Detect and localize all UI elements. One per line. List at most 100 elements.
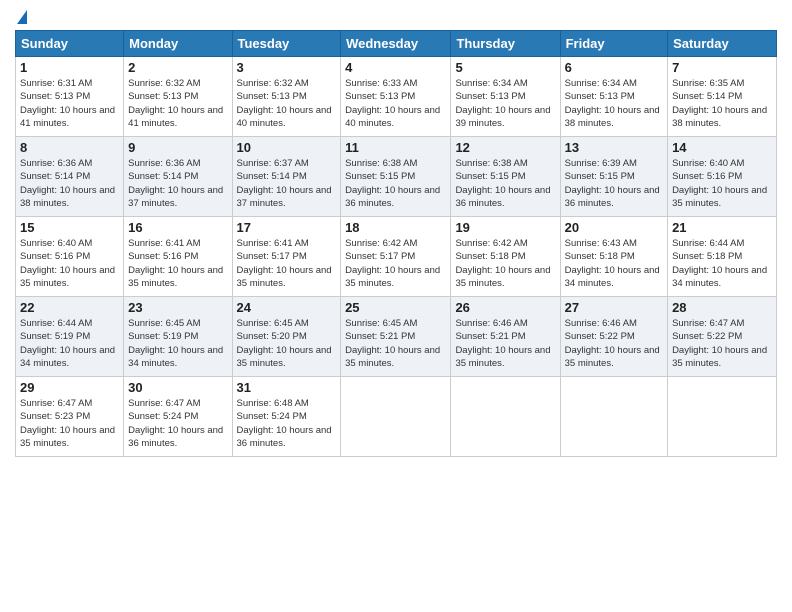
calendar-week-2: 8 Sunrise: 6:36 AMSunset: 5:14 PMDayligh…: [16, 137, 777, 217]
calendar-header-row: SundayMondayTuesdayWednesdayThursdayFrid…: [16, 31, 777, 57]
day-info: Sunrise: 6:33 AMSunset: 5:13 PMDaylight:…: [345, 78, 440, 129]
day-info: Sunrise: 6:42 AMSunset: 5:17 PMDaylight:…: [345, 238, 440, 289]
calendar-header-wednesday: Wednesday: [341, 31, 451, 57]
day-number: 11: [345, 140, 446, 155]
calendar-week-5: 29 Sunrise: 6:47 AMSunset: 5:23 PMDaylig…: [16, 377, 777, 457]
day-info: Sunrise: 6:46 AMSunset: 5:22 PMDaylight:…: [565, 318, 660, 369]
calendar-week-4: 22 Sunrise: 6:44 AMSunset: 5:19 PMDaylig…: [16, 297, 777, 377]
day-number: 13: [565, 140, 663, 155]
day-info: Sunrise: 6:44 AMSunset: 5:19 PMDaylight:…: [20, 318, 115, 369]
calendar-cell: 29 Sunrise: 6:47 AMSunset: 5:23 PMDaylig…: [16, 377, 124, 457]
day-number: 6: [565, 60, 663, 75]
day-number: 5: [455, 60, 555, 75]
day-number: 24: [237, 300, 337, 315]
day-info: Sunrise: 6:46 AMSunset: 5:21 PMDaylight:…: [455, 318, 550, 369]
day-number: 19: [455, 220, 555, 235]
day-info: Sunrise: 6:47 AMSunset: 5:24 PMDaylight:…: [128, 398, 223, 449]
calendar-cell: 2 Sunrise: 6:32 AMSunset: 5:13 PMDayligh…: [124, 57, 232, 137]
day-info: Sunrise: 6:45 AMSunset: 5:19 PMDaylight:…: [128, 318, 223, 369]
calendar-cell: 28 Sunrise: 6:47 AMSunset: 5:22 PMDaylig…: [668, 297, 777, 377]
calendar-cell: 13 Sunrise: 6:39 AMSunset: 5:15 PMDaylig…: [560, 137, 667, 217]
day-number: 23: [128, 300, 227, 315]
calendar-header-tuesday: Tuesday: [232, 31, 341, 57]
day-number: 2: [128, 60, 227, 75]
day-info: Sunrise: 6:38 AMSunset: 5:15 PMDaylight:…: [455, 158, 550, 209]
day-number: 17: [237, 220, 337, 235]
day-info: Sunrise: 6:45 AMSunset: 5:20 PMDaylight:…: [237, 318, 332, 369]
calendar-cell: 11 Sunrise: 6:38 AMSunset: 5:15 PMDaylig…: [341, 137, 451, 217]
calendar-week-1: 1 Sunrise: 6:31 AMSunset: 5:13 PMDayligh…: [16, 57, 777, 137]
calendar-cell: 25 Sunrise: 6:45 AMSunset: 5:21 PMDaylig…: [341, 297, 451, 377]
day-number: 7: [672, 60, 772, 75]
day-number: 8: [20, 140, 119, 155]
day-info: Sunrise: 6:37 AMSunset: 5:14 PMDaylight:…: [237, 158, 332, 209]
logo: [15, 10, 27, 24]
day-number: 26: [455, 300, 555, 315]
calendar-cell: 1 Sunrise: 6:31 AMSunset: 5:13 PMDayligh…: [16, 57, 124, 137]
calendar-cell: 5 Sunrise: 6:34 AMSunset: 5:13 PMDayligh…: [451, 57, 560, 137]
day-info: Sunrise: 6:43 AMSunset: 5:18 PMDaylight:…: [565, 238, 660, 289]
day-info: Sunrise: 6:32 AMSunset: 5:13 PMDaylight:…: [237, 78, 332, 129]
calendar-cell: 19 Sunrise: 6:42 AMSunset: 5:18 PMDaylig…: [451, 217, 560, 297]
day-info: Sunrise: 6:35 AMSunset: 5:14 PMDaylight:…: [672, 78, 767, 129]
calendar-table: SundayMondayTuesdayWednesdayThursdayFrid…: [15, 30, 777, 457]
calendar-cell: 27 Sunrise: 6:46 AMSunset: 5:22 PMDaylig…: [560, 297, 667, 377]
calendar-cell: 12 Sunrise: 6:38 AMSunset: 5:15 PMDaylig…: [451, 137, 560, 217]
calendar-cell: 15 Sunrise: 6:40 AMSunset: 5:16 PMDaylig…: [16, 217, 124, 297]
header: [15, 10, 777, 24]
day-info: Sunrise: 6:32 AMSunset: 5:13 PMDaylight:…: [128, 78, 223, 129]
calendar-cell: 16 Sunrise: 6:41 AMSunset: 5:16 PMDaylig…: [124, 217, 232, 297]
day-number: 15: [20, 220, 119, 235]
day-number: 4: [345, 60, 446, 75]
calendar-header-saturday: Saturday: [668, 31, 777, 57]
day-info: Sunrise: 6:36 AMSunset: 5:14 PMDaylight:…: [128, 158, 223, 209]
day-number: 22: [20, 300, 119, 315]
calendar-cell: [560, 377, 667, 457]
day-info: Sunrise: 6:36 AMSunset: 5:14 PMDaylight:…: [20, 158, 115, 209]
calendar-cell: 3 Sunrise: 6:32 AMSunset: 5:13 PMDayligh…: [232, 57, 341, 137]
calendar-cell: [668, 377, 777, 457]
day-info: Sunrise: 6:44 AMSunset: 5:18 PMDaylight:…: [672, 238, 767, 289]
calendar-cell: 21 Sunrise: 6:44 AMSunset: 5:18 PMDaylig…: [668, 217, 777, 297]
calendar-cell: 14 Sunrise: 6:40 AMSunset: 5:16 PMDaylig…: [668, 137, 777, 217]
day-number: 28: [672, 300, 772, 315]
calendar-header-monday: Monday: [124, 31, 232, 57]
day-number: 21: [672, 220, 772, 235]
day-info: Sunrise: 6:45 AMSunset: 5:21 PMDaylight:…: [345, 318, 440, 369]
day-number: 18: [345, 220, 446, 235]
calendar-cell: 8 Sunrise: 6:36 AMSunset: 5:14 PMDayligh…: [16, 137, 124, 217]
day-info: Sunrise: 6:40 AMSunset: 5:16 PMDaylight:…: [20, 238, 115, 289]
day-number: 1: [20, 60, 119, 75]
calendar-cell: [451, 377, 560, 457]
day-info: Sunrise: 6:47 AMSunset: 5:23 PMDaylight:…: [20, 398, 115, 449]
calendar-header-sunday: Sunday: [16, 31, 124, 57]
day-number: 14: [672, 140, 772, 155]
day-number: 27: [565, 300, 663, 315]
day-number: 29: [20, 380, 119, 395]
calendar-cell: 23 Sunrise: 6:45 AMSunset: 5:19 PMDaylig…: [124, 297, 232, 377]
calendar-cell: 7 Sunrise: 6:35 AMSunset: 5:14 PMDayligh…: [668, 57, 777, 137]
day-info: Sunrise: 6:41 AMSunset: 5:16 PMDaylight:…: [128, 238, 223, 289]
day-info: Sunrise: 6:34 AMSunset: 5:13 PMDaylight:…: [455, 78, 550, 129]
calendar-cell: 6 Sunrise: 6:34 AMSunset: 5:13 PMDayligh…: [560, 57, 667, 137]
day-number: 16: [128, 220, 227, 235]
logo-icon: [17, 10, 27, 24]
day-number: 10: [237, 140, 337, 155]
calendar-cell: 24 Sunrise: 6:45 AMSunset: 5:20 PMDaylig…: [232, 297, 341, 377]
calendar-cell: 30 Sunrise: 6:47 AMSunset: 5:24 PMDaylig…: [124, 377, 232, 457]
day-info: Sunrise: 6:42 AMSunset: 5:18 PMDaylight:…: [455, 238, 550, 289]
calendar-cell: 18 Sunrise: 6:42 AMSunset: 5:17 PMDaylig…: [341, 217, 451, 297]
day-number: 9: [128, 140, 227, 155]
day-info: Sunrise: 6:40 AMSunset: 5:16 PMDaylight:…: [672, 158, 767, 209]
day-info: Sunrise: 6:47 AMSunset: 5:22 PMDaylight:…: [672, 318, 767, 369]
calendar-header-thursday: Thursday: [451, 31, 560, 57]
calendar-cell: 31 Sunrise: 6:48 AMSunset: 5:24 PMDaylig…: [232, 377, 341, 457]
calendar-cell: [341, 377, 451, 457]
calendar-cell: 17 Sunrise: 6:41 AMSunset: 5:17 PMDaylig…: [232, 217, 341, 297]
day-info: Sunrise: 6:38 AMSunset: 5:15 PMDaylight:…: [345, 158, 440, 209]
calendar-cell: 9 Sunrise: 6:36 AMSunset: 5:14 PMDayligh…: [124, 137, 232, 217]
day-number: 20: [565, 220, 663, 235]
calendar-cell: 20 Sunrise: 6:43 AMSunset: 5:18 PMDaylig…: [560, 217, 667, 297]
day-number: 3: [237, 60, 337, 75]
day-number: 31: [237, 380, 337, 395]
